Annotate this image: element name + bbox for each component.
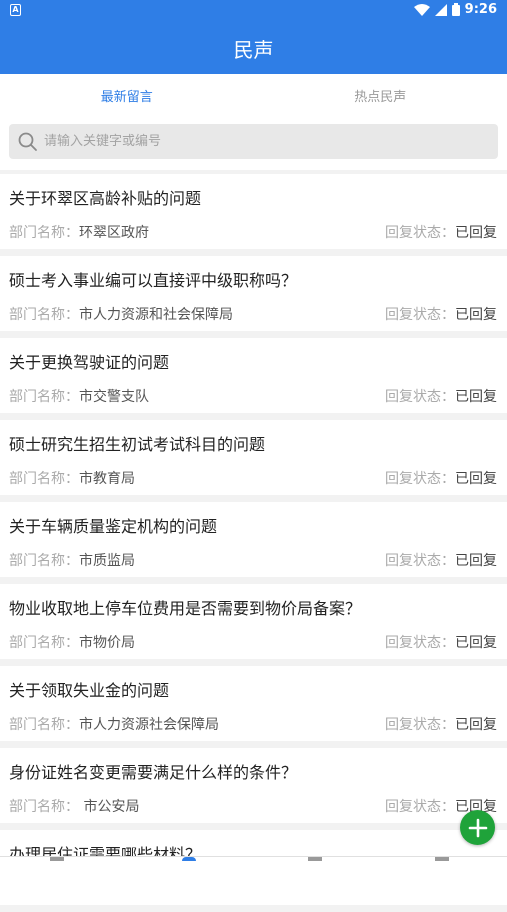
reply-status-label: 回复状态： <box>385 553 455 569</box>
list-item[interactable]: 关于车辆质量鉴定机构的问题 部门名称：市质监局 回复状态：已回复 <box>0 502 507 577</box>
department-label: 部门名称： <box>9 799 79 815</box>
department-name: 环翠区政府 <box>79 225 149 241</box>
reply-status-value: 已回复 <box>455 389 497 405</box>
reply-status-value: 已回复 <box>455 307 497 323</box>
battery-icon <box>452 3 460 16</box>
reply-status: 回复状态：已回复 <box>385 550 497 570</box>
reply-status-label: 回复状态： <box>385 471 455 487</box>
item-title: 物业收取地上停车位费用是否需要到物价局备案？ <box>9 595 361 619</box>
department-name: 市物价局 <box>79 635 135 651</box>
reply-status-value: 已回复 <box>455 471 497 487</box>
reply-status: 回复状态：已回复 <box>385 386 497 406</box>
reply-status-value: 已回复 <box>455 225 497 241</box>
reply-status-label: 回复状态： <box>385 389 455 405</box>
list-item[interactable]: 关于环翠区高龄补贴的问题 部门名称：环翠区政府 回复状态：已回复 <box>0 174 507 249</box>
department-label: 部门名称： <box>9 225 79 241</box>
department-label: 部门名称： <box>9 307 79 323</box>
clock: 9:26 <box>465 2 497 17</box>
department: 部门名称：市人力资源和社会保障局 <box>9 304 233 324</box>
department: 部门名称：市教育局 <box>9 468 135 488</box>
reply-status-label: 回复状态： <box>385 225 455 241</box>
department-name: 市教育局 <box>79 471 135 487</box>
item-title: 硕士考入事业编可以直接评中级职称吗？ <box>9 267 297 291</box>
search-icon <box>18 132 38 152</box>
department-name: 市人力资源和社会保障局 <box>79 307 233 323</box>
department: 部门名称：市质监局 <box>9 550 135 570</box>
app-bar: 民声 <box>0 22 507 74</box>
department: 部门名称：市人力资源社会保障局 <box>9 714 219 734</box>
list-item[interactable]: 办理居住证需要哪些材料？ <box>0 830 507 905</box>
bottom-nav-item-1[interactable] <box>50 857 64 861</box>
list-item[interactable]: 身份证姓名变更需要满足什么样的条件？ 部门名称： 市公安局 回复状态：已回复 <box>0 748 507 823</box>
bottom-nav-item-4[interactable] <box>435 857 449 861</box>
reply-status-label: 回复状态： <box>385 799 455 815</box>
department-label: 部门名称： <box>9 389 79 405</box>
list-item[interactable]: 物业收取地上停车位费用是否需要到物价局备案？ 部门名称：市物价局 回复状态：已回… <box>0 584 507 659</box>
reply-status: 回复状态：已回复 <box>385 468 497 488</box>
bottom-nav-item-3[interactable] <box>308 857 322 861</box>
reply-status: 回复状态：已回复 <box>385 222 497 242</box>
tab-hot[interactable]: 热点民声 <box>254 74 507 116</box>
item-title: 关于领取失业金的问题 <box>9 677 169 701</box>
reply-status-label: 回复状态： <box>385 307 455 323</box>
item-title: 关于更换驾驶证的问题 <box>9 349 169 373</box>
item-title: 硕士研究生招生初试考试科目的问题 <box>9 431 265 455</box>
list-item[interactable]: 硕士考入事业编可以直接评中级职称吗？ 部门名称：市人力资源和社会保障局 回复状态… <box>0 256 507 331</box>
item-title: 关于车辆质量鉴定机构的问题 <box>9 513 217 537</box>
item-title: 关于环翠区高龄补贴的问题 <box>9 185 201 209</box>
reply-status: 回复状态：已回复 <box>385 304 497 324</box>
department-name: 市公安局 <box>79 799 139 815</box>
search-area <box>0 116 507 170</box>
signal-icon <box>435 4 447 16</box>
reply-status-value: 已回复 <box>455 635 497 651</box>
message-list: 关于环翠区高龄补贴的问题 部门名称：环翠区政府 回复状态：已回复 硕士考入事业编… <box>0 174 507 912</box>
list-item[interactable]: 硕士研究生招生初试考试科目的问题 部门名称：市教育局 回复状态：已回复 <box>0 420 507 495</box>
department: 部门名称：环翠区政府 <box>9 222 149 242</box>
reply-status: 回复状态：已回复 <box>385 714 497 734</box>
reply-status-value: 已回复 <box>455 717 497 733</box>
department: 部门名称： 市公安局 <box>9 796 139 816</box>
department: 部门名称：市交警支队 <box>9 386 149 406</box>
department: 部门名称：市物价局 <box>9 632 135 652</box>
status-bar: A 9:26 <box>0 0 507 22</box>
list-item[interactable]: 关于更换驾驶证的问题 部门名称：市交警支队 回复状态：已回复 <box>0 338 507 413</box>
department-label: 部门名称： <box>9 471 79 487</box>
reply-status-label: 回复状态： <box>385 635 455 651</box>
tab-bar: 最新留言 热点民声 <box>0 74 507 116</box>
tab-latest[interactable]: 最新留言 <box>0 74 254 116</box>
department-name: 市质监局 <box>79 553 135 569</box>
plus-icon <box>468 818 488 838</box>
wifi-icon <box>414 4 430 16</box>
item-title: 身份证姓名变更需要满足什么样的条件？ <box>9 759 297 783</box>
search-box[interactable] <box>9 124 498 159</box>
reply-status-label: 回复状态： <box>385 717 455 733</box>
department-name: 市交警支队 <box>79 389 149 405</box>
department-name: 市人力资源社会保障局 <box>79 717 219 733</box>
add-message-button[interactable] <box>460 810 495 845</box>
department-label: 部门名称： <box>9 635 79 651</box>
page-title: 民声 <box>234 34 274 63</box>
department-label: 部门名称： <box>9 717 79 733</box>
bottom-nav-item-2[interactable] <box>182 857 196 861</box>
list-item[interactable]: 关于领取失业金的问题 部门名称：市人力资源社会保障局 回复状态：已回复 <box>0 666 507 741</box>
search-input[interactable] <box>42 133 466 150</box>
reply-status: 回复状态：已回复 <box>385 632 497 652</box>
reply-status-value: 已回复 <box>455 553 497 569</box>
notification-icon: A <box>10 4 21 16</box>
department-label: 部门名称： <box>9 553 79 569</box>
